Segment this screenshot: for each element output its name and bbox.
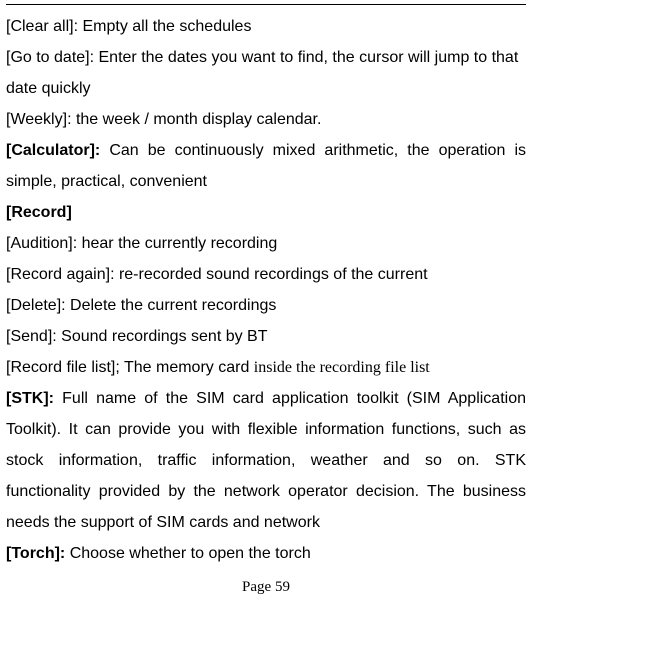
entry-desc: : hear the currently recording bbox=[73, 235, 278, 252]
entry-label: [Torch]: bbox=[6, 545, 65, 562]
entry-desc-part1: ; The memory card bbox=[115, 359, 253, 376]
entry-torch: [Torch]: Choose whether to open the torc… bbox=[6, 538, 526, 569]
entry-desc: Choose whether to open the torch bbox=[65, 545, 311, 562]
entry-record: [Record] bbox=[6, 197, 526, 228]
entry-record-file-list: [Record file list]; The memory card insi… bbox=[6, 352, 526, 383]
entry-desc: : re-recorded sound recordings of the cu… bbox=[110, 266, 428, 283]
entry-record-again: [Record again]: re-recorded sound record… bbox=[6, 259, 526, 290]
entry-label: [Delete] bbox=[6, 297, 61, 314]
entry-label: [Send] bbox=[6, 328, 52, 345]
entry-label: [Record again] bbox=[6, 266, 110, 283]
entry-desc: Full name of the SIM card application to… bbox=[6, 390, 526, 531]
entry-desc: : Sound recordings sent by BT bbox=[52, 328, 267, 345]
page-number: Page 59 bbox=[6, 579, 526, 596]
entry-stk: [STK]: Full name of the SIM card applica… bbox=[6, 383, 526, 538]
entry-label: [Record file list] bbox=[6, 359, 115, 376]
entry-label: [Calculator]: bbox=[6, 142, 100, 159]
entry-label: [Weekly] bbox=[6, 111, 67, 128]
entry-send: [Send]: Sound recordings sent by BT bbox=[6, 321, 526, 352]
top-rule bbox=[6, 4, 526, 5]
entry-desc-part2: inside the recording file list bbox=[254, 359, 430, 376]
entry-audition: [Audition]: hear the currently recording bbox=[6, 228, 526, 259]
entry-calculator: [Calculator]: Can be continuously mixed … bbox=[6, 135, 526, 197]
entry-label: [STK]: bbox=[6, 390, 54, 407]
entry-desc: : Empty all the schedules bbox=[74, 18, 252, 35]
entry-clear-all: [Clear all]: Empty all the schedules bbox=[6, 11, 526, 42]
entry-go-to-date: [Go to date]: Enter the dates you want t… bbox=[6, 42, 526, 104]
entry-label: [Audition] bbox=[6, 235, 73, 252]
document-page: [Clear all]: Empty all the schedules [Go… bbox=[6, 4, 526, 596]
entry-weekly: [Weekly]: the week / month display calen… bbox=[6, 104, 526, 135]
entry-desc: : the week / month display calendar. bbox=[67, 111, 321, 128]
entry-label: [Clear all] bbox=[6, 18, 74, 35]
entry-delete: [Delete]: Delete the current recordings bbox=[6, 290, 526, 321]
entry-desc: : Delete the current recordings bbox=[61, 297, 276, 314]
entry-label: [Record] bbox=[6, 204, 72, 221]
entry-label: [Go to date] bbox=[6, 49, 90, 66]
